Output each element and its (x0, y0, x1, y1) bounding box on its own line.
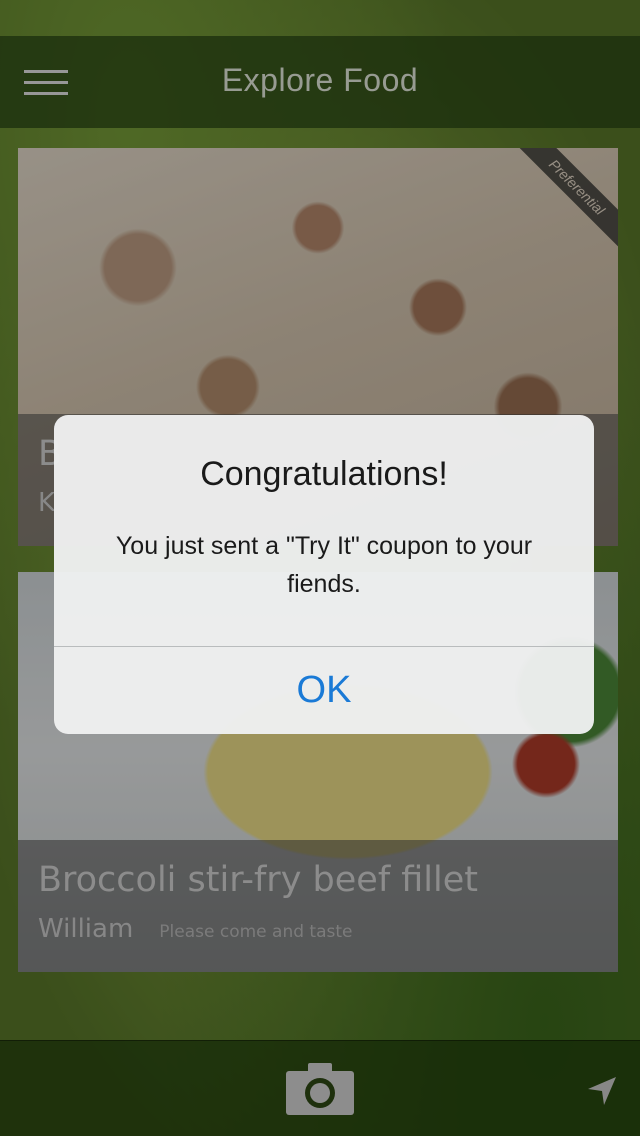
alert-title: Congratulations! (200, 455, 448, 493)
ok-button[interactable]: OK (54, 647, 594, 734)
alert-message: You just sent a "Try It" coupon to your … (115, 532, 533, 598)
alert-dialog: Congratulations! You just sent a "Try It… (54, 415, 594, 734)
